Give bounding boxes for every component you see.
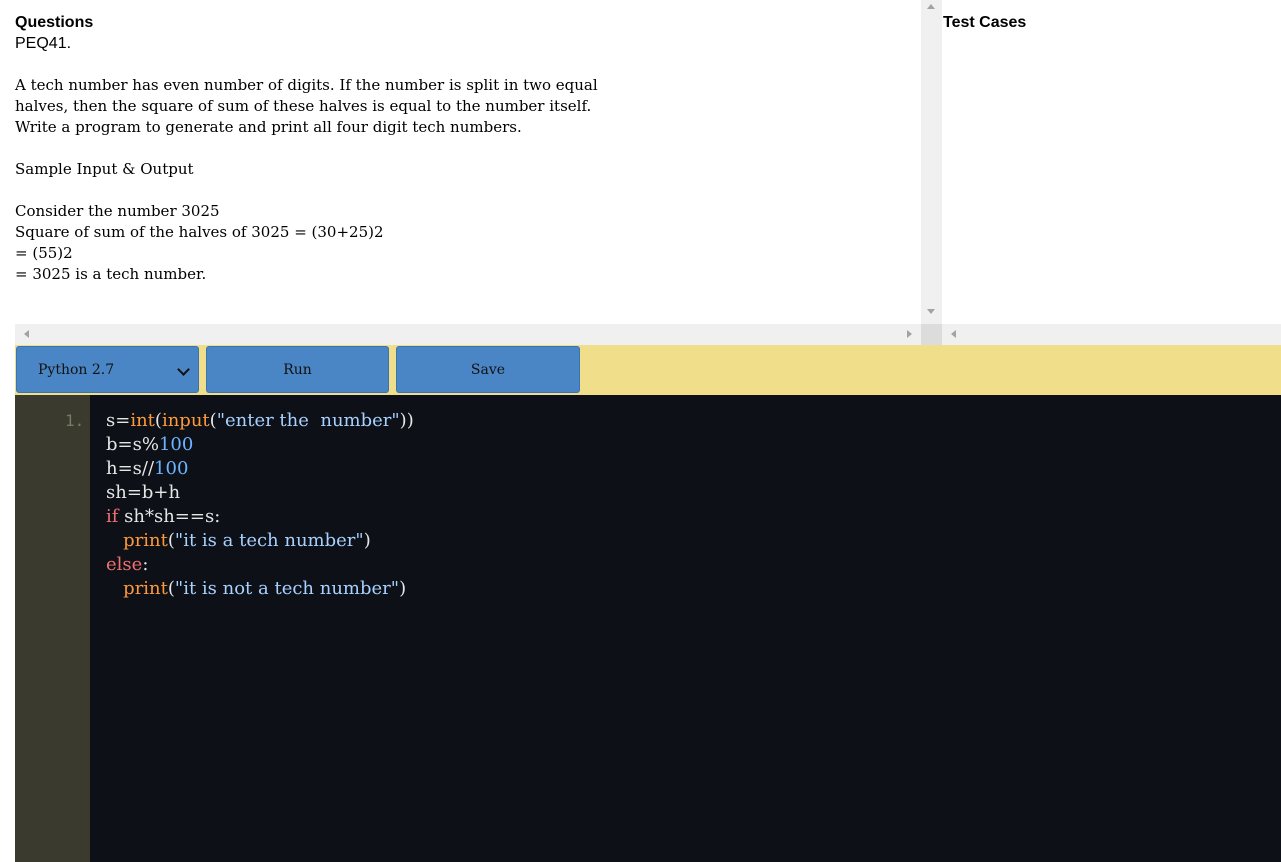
question-body: A tech number has even number of digits.… — [15, 75, 915, 285]
save-button[interactable]: Save — [396, 346, 580, 393]
code-editor[interactable]: 1. s=int(input("enter the number")) b=s%1… — [15, 395, 1281, 862]
test-cases-title: Test Cases — [943, 14, 1027, 31]
code-line[interactable]: else: — [106, 553, 414, 577]
sample-heading: Sample Input & Output — [15, 160, 194, 178]
language-select[interactable]: Python 2.7 — [16, 346, 199, 393]
code-line[interactable]: h=s//100 — [106, 457, 414, 481]
line-number-gutter: 1. — [15, 395, 90, 862]
question-code: PEQ41. — [15, 35, 72, 52]
question-text-line: A tech number has even number of digits.… — [15, 76, 598, 94]
language-select-value: Python 2.7 — [38, 361, 115, 378]
scroll-left-arrow-icon[interactable] — [951, 330, 956, 338]
questions-heading: Questions — [15, 14, 94, 31]
question-text-line: halves, then the square of sum of these … — [15, 97, 592, 115]
code-line[interactable]: if sh*sh==s: — [106, 505, 414, 529]
scroll-left-arrow-icon[interactable] — [24, 330, 29, 338]
run-button[interactable]: Run — [206, 346, 389, 393]
example-line: = (55)2 — [15, 244, 73, 262]
question-content: Questions PEQ41. A tech number has even … — [15, 12, 915, 285]
editor-toolbar: Python 2.7 Run Save — [15, 345, 1281, 395]
scrollbar-corner — [921, 324, 942, 345]
example-line: Square of sum of the halves of 3025 = (3… — [15, 223, 384, 241]
scroll-up-arrow-icon[interactable] — [927, 4, 935, 9]
question-horizontal-scrollbar[interactable] — [15, 324, 921, 345]
question-text-line: Write a program to generate and print al… — [15, 118, 522, 136]
question-vertical-scrollbar[interactable] — [921, 0, 942, 324]
line-number: 1. — [65, 411, 85, 430]
example-line: = 3025 is a tech number. — [15, 265, 207, 283]
code-area[interactable]: s=int(input("enter the number")) b=s%100 h… — [106, 409, 414, 601]
code-line[interactable]: sh=b+h — [106, 481, 414, 505]
scroll-down-arrow-icon[interactable] — [927, 309, 935, 314]
test-cases-horizontal-scrollbar[interactable] — [942, 324, 1281, 345]
code-line[interactable]: print("it is a tech number") — [106, 529, 414, 553]
scroll-right-arrow-icon[interactable] — [907, 330, 912, 338]
chevron-down-icon — [177, 363, 190, 376]
test-cases-panel: Test Cases — [942, 0, 1281, 324]
example-line: Consider the number 3025 — [15, 202, 220, 220]
code-line[interactable]: b=s%100 — [106, 433, 414, 457]
code-line[interactable]: print("it is not a tech number") — [106, 577, 414, 601]
code-line[interactable]: s=int(input("enter the number")) — [106, 409, 414, 433]
question-panel: Questions PEQ41. A tech number has even … — [0, 0, 921, 324]
